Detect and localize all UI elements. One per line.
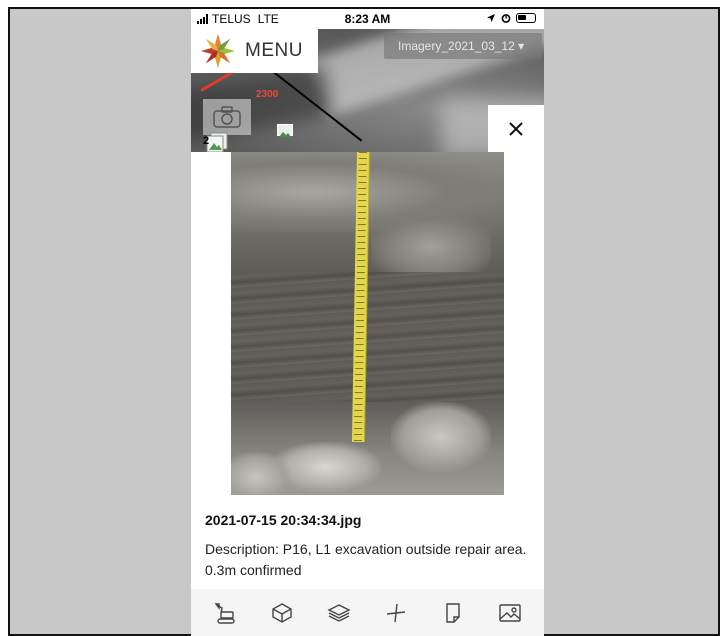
tool-3d[interactable]	[264, 595, 300, 631]
phone-screen: TELUS LTE 8:23 AM MENU Imagery_2021_03_1…	[191, 9, 544, 636]
photo-caption: 2021-07-15 20:34:34.jpg Description: P16…	[205, 512, 535, 581]
image-icon	[498, 603, 521, 622]
camera-button[interactable]	[203, 99, 251, 135]
excavation-photo[interactable]	[231, 152, 504, 495]
tool-notes[interactable]	[435, 595, 471, 631]
photo-description: Description: P16, L1 excavation outside …	[205, 541, 527, 578]
alarm-icon	[501, 14, 511, 23]
bottom-toolbar	[191, 589, 544, 636]
cube-icon	[272, 602, 292, 623]
camera-icon	[213, 106, 241, 128]
excavator-icon	[215, 602, 236, 624]
status-right	[486, 13, 536, 23]
station-label: 2300	[256, 89, 279, 100]
close-button[interactable]	[488, 105, 544, 152]
map-photo-marker[interactable]	[277, 124, 293, 137]
app-logo-icon	[200, 33, 236, 69]
battery-icon	[516, 13, 536, 23]
tool-excavation[interactable]	[207, 595, 243, 631]
location-arrow-icon	[487, 14, 495, 22]
photo-filename: 2021-07-15 20:34:34.jpg	[205, 512, 362, 528]
note-icon	[446, 602, 460, 623]
photo-stack-count: 2	[203, 135, 210, 147]
status-bar: TELUS LTE 8:23 AM	[191, 9, 544, 29]
image-marker-icon	[279, 132, 291, 137]
measure-icon	[386, 603, 405, 622]
layers-icon	[327, 603, 351, 622]
imagery-selector[interactable]: Imagery_2021_03_12 ▾	[384, 33, 542, 59]
tool-layers[interactable]	[321, 595, 357, 631]
close-icon	[509, 121, 523, 136]
menu-button[interactable]: MENU	[191, 29, 318, 73]
menu-label: MENU	[245, 40, 303, 61]
tool-images[interactable]	[492, 595, 528, 631]
tool-measure[interactable]	[378, 595, 414, 631]
